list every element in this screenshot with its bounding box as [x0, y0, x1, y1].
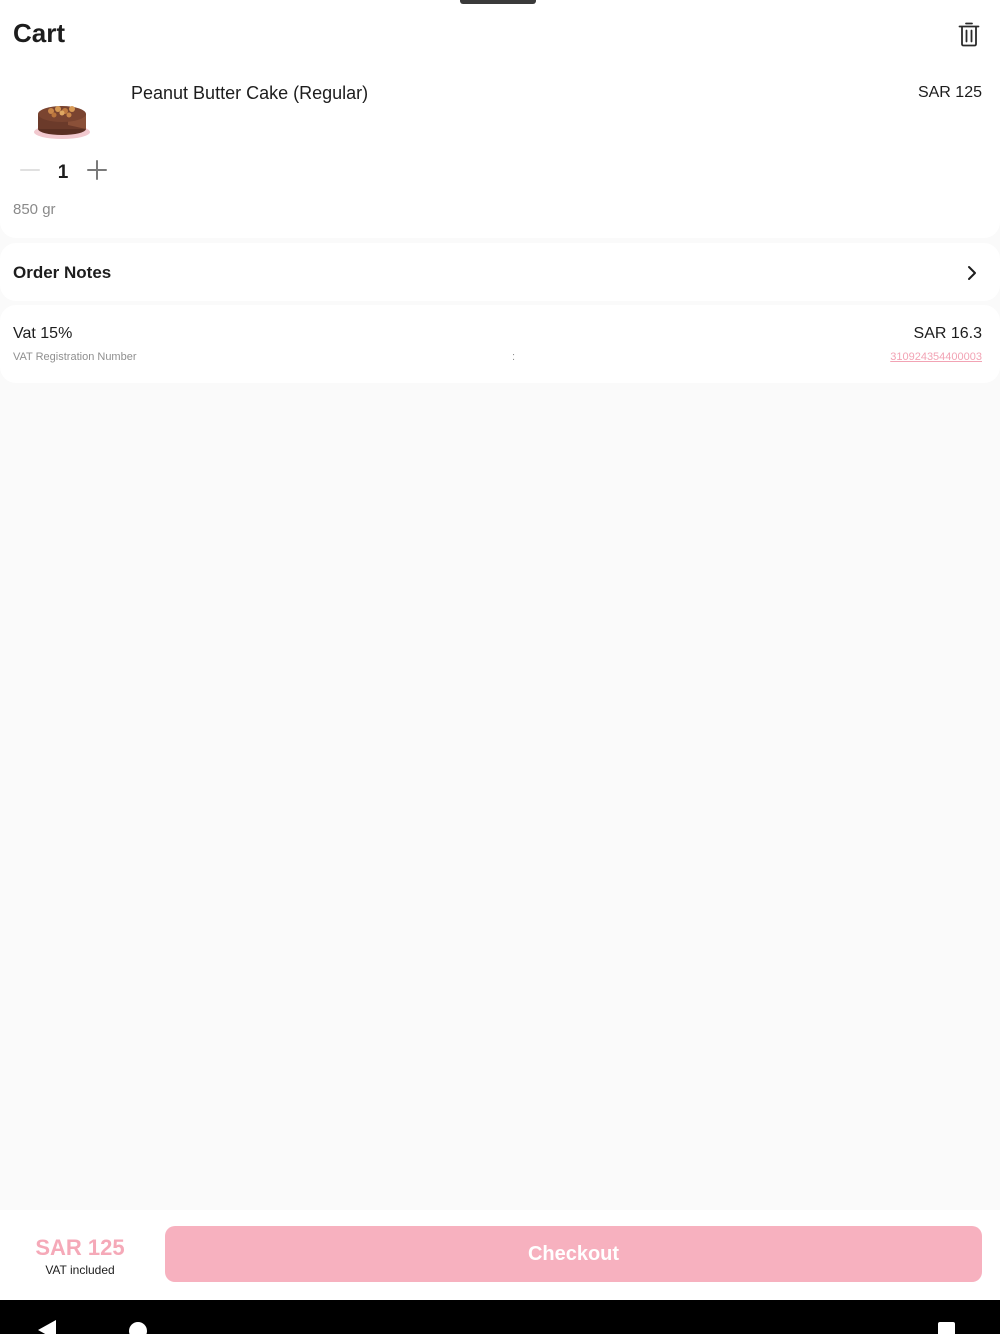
- product-price: SAR 125: [917, 84, 982, 101]
- total-amount: SAR 125: [35, 1235, 125, 1260]
- minus-icon: [20, 169, 40, 171]
- product-name: Peanut Butter Cake (Regular): [131, 83, 369, 103]
- vat-registration-separator: :: [512, 351, 516, 363]
- trash-icon: [958, 22, 980, 47]
- checkout-button[interactable]: Checkout: [165, 1226, 982, 1282]
- cart-sheet: Cart Peanut Butter Cake (Regular) SAR 12…: [0, 0, 1000, 1300]
- cake-image: [34, 106, 90, 139]
- sheet-drag-handle[interactable]: [460, 0, 536, 4]
- clear-cart-button[interactable]: [952, 17, 986, 51]
- vat-amount: SAR 16.3: [913, 325, 982, 342]
- checkout-footer: SAR 125 VAT included Checkout: [0, 1210, 1000, 1300]
- plus-icon: [87, 160, 107, 180]
- system-navigation-bar: [0, 1300, 1000, 1334]
- order-notes-row[interactable]: Order Notes: [0, 243, 1000, 301]
- vat-registration-number[interactable]: 310924354400003: [890, 351, 982, 363]
- order-notes-label: Order Notes: [13, 263, 112, 282]
- vat-label: Vat 15%: [13, 325, 73, 342]
- cart-item: Peanut Butter Cake (Regular) SAR 125 1 8…: [0, 70, 1000, 238]
- page-title: Cart: [13, 18, 66, 48]
- total-vat-note: VAT included: [45, 1263, 115, 1277]
- home-icon[interactable]: [129, 1322, 147, 1334]
- vat-summary: Vat 15% SAR 16.3 VAT Registration Number…: [0, 305, 1000, 383]
- vat-registration-label: VAT Registration Number: [13, 351, 137, 363]
- back-icon[interactable]: [38, 1320, 56, 1334]
- increase-quantity-button[interactable]: [83, 156, 111, 184]
- decrease-quantity-button[interactable]: [16, 156, 44, 184]
- chevron-right-icon: [968, 266, 976, 280]
- cart-header: Cart: [0, 0, 1000, 70]
- quantity-value: 1: [57, 162, 69, 183]
- product-weight: 850 gr: [13, 201, 56, 218]
- recents-icon[interactable]: [938, 1322, 955, 1334]
